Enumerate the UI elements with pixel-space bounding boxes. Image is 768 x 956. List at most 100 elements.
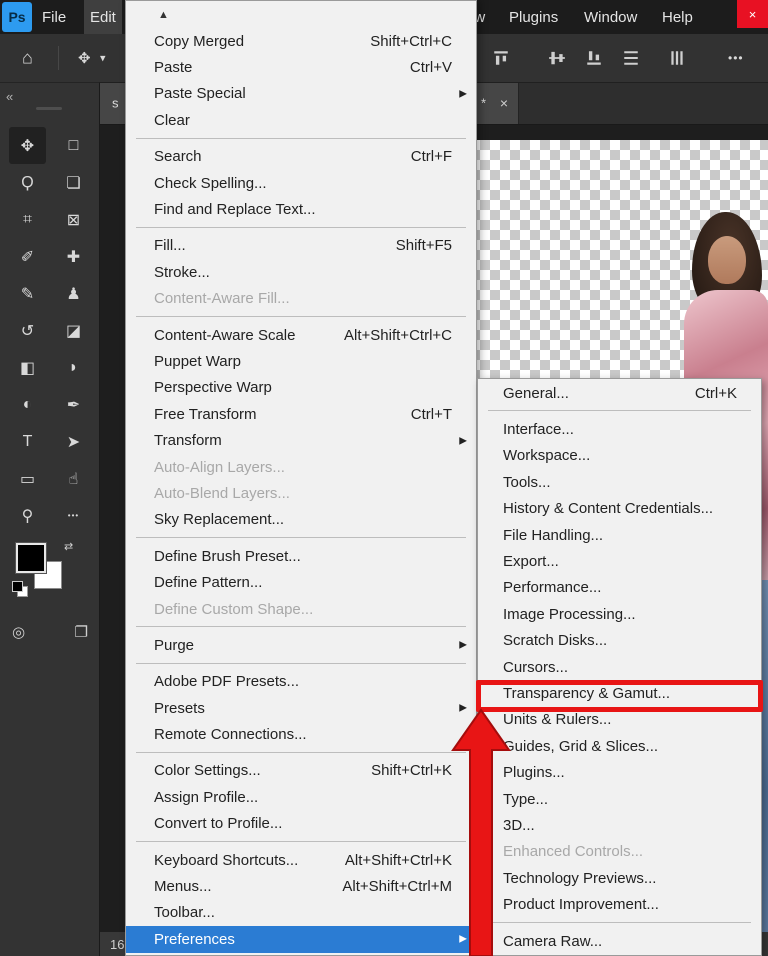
menu-item-transform[interactable]: Transform▶	[126, 427, 476, 453]
menu-item-search[interactable]: SearchCtrl+F	[126, 144, 476, 170]
pref-item-history-content-credentials[interactable]: History & Content Credentials...	[478, 496, 761, 522]
collapse-panel-icon[interactable]: «	[6, 89, 13, 104]
gradient-tool[interactable]: ◧	[9, 349, 46, 386]
menu-item-stroke[interactable]: Stroke...	[126, 259, 476, 285]
label: Toolbar...	[154, 904, 215, 921]
pref-item-workspace[interactable]: Workspace...	[478, 443, 761, 469]
window-close-button[interactable]: ×	[737, 0, 768, 28]
menubar-window[interactable]: Window	[578, 0, 643, 34]
distribute-vertically-icon[interactable]	[622, 49, 640, 67]
menu-item-remote-connections[interactable]: Remote Connections...	[126, 721, 476, 747]
menu-item-toolbar[interactable]: Toolbar...	[126, 900, 476, 926]
menu-item-clear[interactable]: Clear	[126, 107, 476, 133]
dodge-tool[interactable]: ◐	[9, 386, 46, 423]
pref-item-performance[interactable]: Performance...	[478, 575, 761, 601]
clone-stamp-tool[interactable]: ♟	[55, 275, 92, 312]
tool-grid: ✥ □ Ϙ ❏ ⌗ ⊠ ✐ ✚ ✎ ♟ ↺ ◪ ◧ ◗ ◐ ✒ T ➤ ▭ ☝ …	[9, 127, 92, 534]
menu-item-convert-to-profile[interactable]: Convert to Profile...	[126, 811, 476, 837]
menu-item-menus[interactable]: Menus...Alt+Shift+Ctrl+M	[126, 873, 476, 899]
brush-tool[interactable]: ✎	[9, 275, 46, 312]
pref-item-plugins[interactable]: Plugins...	[478, 759, 761, 785]
menu-item-purge[interactable]: Purge▶	[126, 632, 476, 658]
menu-item-paste[interactable]: PasteCtrl+V	[126, 54, 476, 80]
menu-item-fill[interactable]: Fill...Shift+F5	[126, 233, 476, 259]
label: Cursors...	[503, 659, 568, 676]
menubar-edit[interactable]: Edit	[84, 0, 122, 34]
history-brush-tool[interactable]: ↺	[9, 312, 46, 349]
home-icon[interactable]: ⌂	[22, 48, 33, 69]
foreground-color-swatch[interactable]	[16, 543, 46, 573]
eraser-tool[interactable]: ◪	[55, 312, 92, 349]
pref-item-3d[interactable]: 3D...	[478, 812, 761, 838]
pref-item-export[interactable]: Export...	[478, 548, 761, 574]
swap-colors-icon[interactable]: ⇄	[64, 540, 73, 553]
rectangle-tool[interactable]: ▭	[9, 460, 46, 497]
menu-item-preferences[interactable]: Preferences▶	[126, 926, 476, 952]
tab-close-icon[interactable]: ×	[500, 95, 508, 111]
menubar-file[interactable]: File	[36, 0, 72, 34]
pref-item-type[interactable]: Type...	[478, 786, 761, 812]
menu-item-define-brush-preset[interactable]: Define Brush Preset...	[126, 543, 476, 569]
menu-item-paste-special[interactable]: Paste Special▶	[126, 81, 476, 107]
move-tool-preset-icon[interactable]: ✥	[78, 49, 91, 67]
menu-item-sky-replacement[interactable]: Sky Replacement...	[126, 507, 476, 533]
menu-item-color-settings[interactable]: Color Settings...Shift+Ctrl+K	[126, 758, 476, 784]
pref-item-camera-raw[interactable]: Camera Raw...	[478, 928, 761, 954]
object-selection-tool[interactable]: ❏	[55, 164, 92, 201]
pref-item-interface[interactable]: Interface...	[478, 416, 761, 442]
eyedropper-tool[interactable]: ✐	[9, 238, 46, 275]
menu-item-check-spelling[interactable]: Check Spelling...	[126, 170, 476, 196]
frame-tool[interactable]: ⊠	[55, 201, 92, 238]
distribute-horizontally-icon[interactable]	[668, 49, 686, 67]
zoom-level-field[interactable]: 16	[110, 937, 124, 952]
spot-healing-brush-tool[interactable]: ✚	[55, 238, 92, 275]
pen-tool[interactable]: ✒	[55, 386, 92, 423]
menu-scroll-up[interactable]: ▲	[126, 1, 476, 28]
label: File Handling...	[503, 527, 603, 544]
pref-item-tools[interactable]: Tools...	[478, 469, 761, 495]
blur-tool[interactable]: ◗	[55, 349, 92, 386]
align-vertical-centers-icon[interactable]	[548, 49, 566, 67]
path-selection-tool[interactable]: ➤	[55, 423, 92, 460]
menubar-plugins[interactable]: Plugins	[503, 0, 564, 34]
quick-mask-button[interactable]: ◎	[12, 623, 25, 641]
default-colors-icon[interactable]	[12, 581, 28, 597]
menu-item-free-transform[interactable]: Free TransformCtrl+T	[126, 401, 476, 427]
menu-item-presets[interactable]: Presets▶	[126, 695, 476, 721]
label: Convert to Profile...	[154, 815, 282, 832]
chevron-down-icon[interactable]: ▾	[100, 52, 106, 65]
more-options-icon[interactable]: •••	[728, 51, 744, 65]
pref-item-scratch-disks[interactable]: Scratch Disks...	[478, 628, 761, 654]
menu-item-puppet-warp[interactable]: Puppet Warp	[126, 348, 476, 374]
menu-item-content-aware-scale[interactable]: Content-Aware ScaleAlt+Shift+Ctrl+C	[126, 322, 476, 348]
menu-item-perspective-warp[interactable]: Perspective Warp	[126, 375, 476, 401]
panel-drag-handle[interactable]	[36, 107, 62, 110]
type-tool[interactable]: T	[9, 423, 46, 460]
label: Perspective Warp	[154, 379, 272, 396]
menu-item-keyboard-shortcuts[interactable]: Keyboard Shortcuts...Alt+Shift+Ctrl+K	[126, 847, 476, 873]
lasso-tool[interactable]: Ϙ	[9, 164, 46, 201]
edit-toolbar-button[interactable]: •••	[55, 497, 92, 534]
pref-item-image-processing[interactable]: Image Processing...	[478, 601, 761, 627]
pref-item-technology-previews[interactable]: Technology Previews...	[478, 865, 761, 891]
zoom-tool[interactable]: ⚲	[9, 497, 46, 534]
pref-item-file-handling[interactable]: File Handling...	[478, 522, 761, 548]
screen-mode-button[interactable]: ❐	[75, 623, 88, 641]
pref-item-product-improvement[interactable]: Product Improvement...	[478, 891, 761, 917]
move-tool[interactable]: ✥	[9, 127, 46, 164]
rectangular-marquee-tool[interactable]: □	[55, 127, 92, 164]
menu-item-adobe-pdf-presets[interactable]: Adobe PDF Presets...	[126, 669, 476, 695]
menu-item-copy-merged[interactable]: Copy MergedShift+Ctrl+C	[126, 28, 476, 54]
pref-item-guides-grid-slices[interactable]: Guides, Grid & Slices...	[478, 733, 761, 759]
align-bottom-edges-icon[interactable]	[585, 49, 603, 67]
align-top-edges-icon[interactable]	[492, 49, 510, 67]
menu-item-assign-profile[interactable]: Assign Profile...	[126, 784, 476, 810]
crop-tool[interactable]: ⌗	[9, 201, 46, 238]
menubar-help[interactable]: Help	[656, 0, 699, 34]
pref-item-cursors[interactable]: Cursors...	[478, 654, 761, 680]
menu-item-define-pattern[interactable]: Define Pattern...	[126, 569, 476, 595]
hand-tool[interactable]: ☝	[55, 460, 92, 497]
pref-item-general[interactable]: General...Ctrl+K	[478, 380, 761, 406]
menu-item-find-and-replace-text[interactable]: Find and Replace Text...	[126, 196, 476, 222]
label: Define Brush Preset...	[154, 548, 301, 565]
